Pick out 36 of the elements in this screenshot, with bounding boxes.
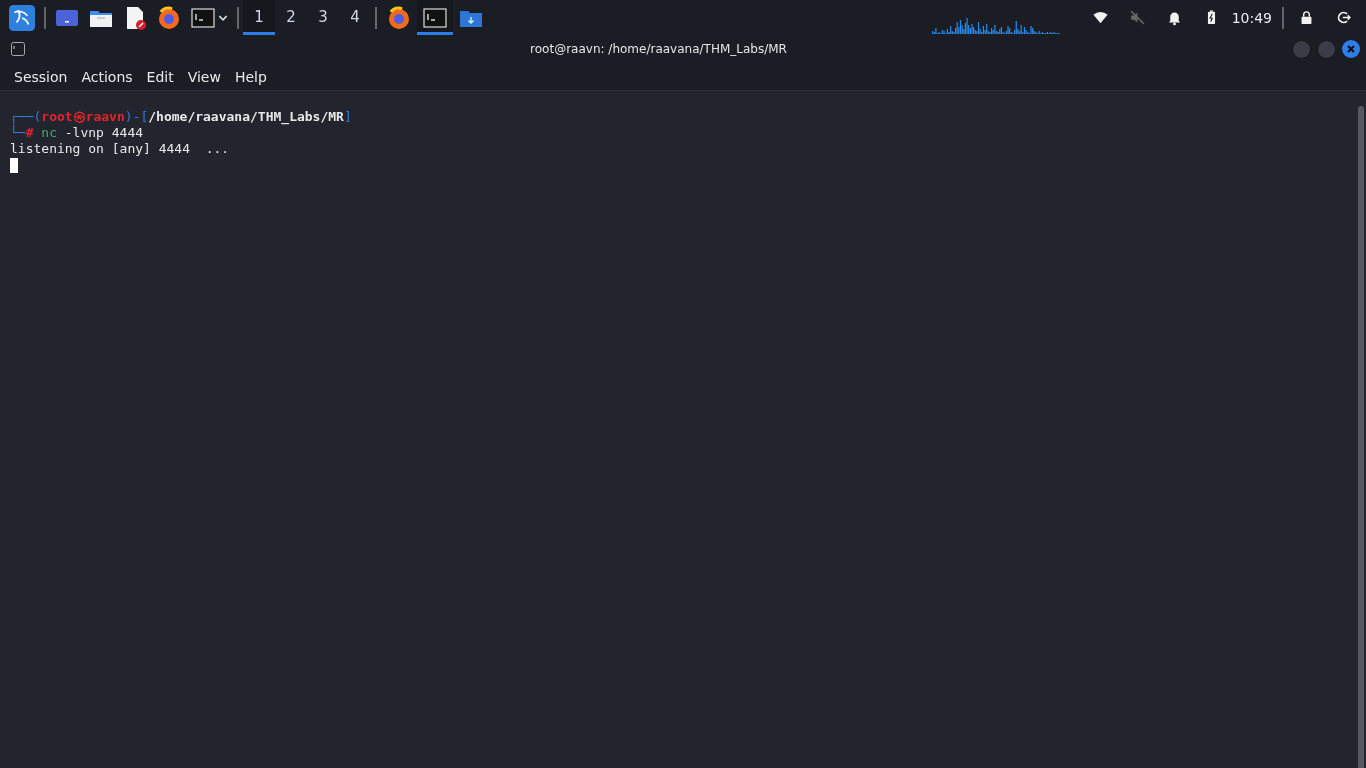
- browser-icon[interactable]: [157, 5, 181, 30]
- prompt-user: root: [41, 109, 73, 124]
- prompt-frame: └─: [10, 125, 26, 140]
- menu-item[interactable]: Help: [227, 68, 274, 85]
- menu-item[interactable]: View: [180, 68, 228, 85]
- menu-item[interactable]: Session: [7, 68, 75, 85]
- dragon-logo-icon[interactable]: [9, 4, 35, 31]
- prompt-path: /home/raavana/THM_Labs/MR: [148, 109, 344, 124]
- menu-item[interactable]: Actions: [74, 68, 140, 85]
- workspace-button[interactable]: 2: [275, 0, 307, 35]
- workspace-button[interactable]: 3: [307, 0, 339, 35]
- terminal-icon: [423, 5, 447, 30]
- wifi-icon[interactable]: [1091, 9, 1109, 26]
- prompt-frame: ┌──(: [10, 109, 42, 124]
- prompt-frame: ]: [343, 109, 352, 124]
- workspace-button[interactable]: 1: [243, 0, 275, 35]
- command-arguments: -lvnp 4444: [64, 125, 144, 140]
- logout-icon[interactable]: [1335, 9, 1352, 26]
- prompt-sigil: #: [25, 125, 34, 140]
- prompt-symbol: ㉿: [72, 109, 86, 124]
- scrollbar[interactable]: [1358, 106, 1364, 768]
- clock[interactable]: 10:49: [1231, 9, 1272, 26]
- text-cursor: [10, 158, 18, 173]
- terminal-output: listening on [any] 4444 ...: [10, 141, 231, 157]
- window-title: root@raavn: /home/raavana/THM_Labs/MR: [529, 42, 788, 56]
- prompt-frame: )-[: [124, 109, 149, 124]
- prompt-host: raavn: [85, 109, 125, 124]
- task-button[interactable]: [417, 0, 453, 35]
- terminal-icon: [191, 5, 215, 30]
- terminal-icon: [11, 42, 25, 56]
- command: nc: [41, 125, 57, 140]
- close-button[interactable]: [1342, 40, 1360, 58]
- muted-speaker-icon[interactable]: [1128, 9, 1146, 26]
- browser-icon: [387, 5, 411, 30]
- menu-item[interactable]: Edit: [139, 68, 181, 85]
- workspace-button[interactable]: 4: [339, 0, 371, 35]
